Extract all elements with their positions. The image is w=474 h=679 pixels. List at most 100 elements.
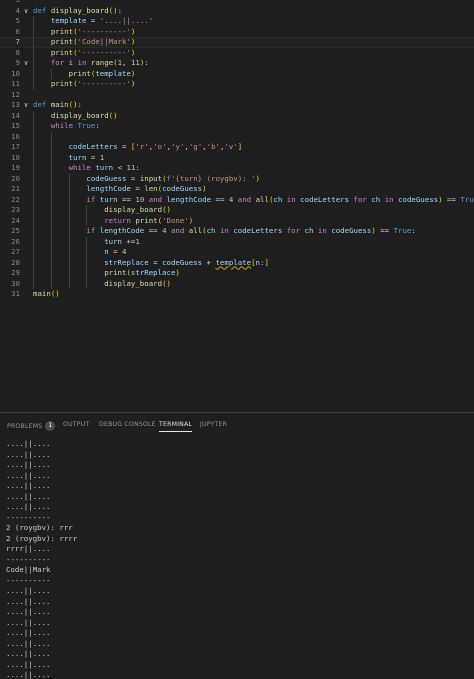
editor-line[interactable]: 5 template = '....||....' xyxy=(0,16,474,27)
code-text: display_board() xyxy=(104,205,171,214)
editor-line[interactable]: 7 print('Code||Mark') xyxy=(0,37,474,48)
problems-count-badge: 1 xyxy=(45,421,56,431)
fold-chevron-icon[interactable]: ∨ xyxy=(24,58,28,69)
editor-line[interactable]: 12 xyxy=(0,90,474,101)
indent-guide xyxy=(86,236,88,289)
code-text: display_board() xyxy=(50,110,118,120)
editor-line[interactable]: 24 return print('Done') xyxy=(0,216,474,227)
tab-output[interactable]: OUTPUT xyxy=(63,421,89,428)
line-number: 11 xyxy=(11,79,20,88)
terminal-line: ....||.... xyxy=(6,628,51,637)
terminal-line: 2 (roygbv): rrr xyxy=(6,523,73,532)
editor-line[interactable]: 15 while True: xyxy=(0,121,474,132)
editor-line[interactable]: 21 lengthCode = len(codeGuess) xyxy=(0,184,474,195)
code-text: while True: xyxy=(50,121,100,130)
editor-line[interactable]: 22 if turn == 10 and lengthCode == 4 and… xyxy=(0,195,474,206)
editor-line[interactable]: 20 codeGuess = input(f'{turn} (roygbv): … xyxy=(0,174,474,185)
terminal-line: ....||.... xyxy=(6,607,51,616)
terminal-line: ....||.... xyxy=(6,596,51,606)
code-text: if turn == 10 and lengthCode == 4 and al… xyxy=(86,194,474,204)
code-text: print('----------') xyxy=(50,47,136,57)
editor-line[interactable]: 25 if lengthCode == 4 and all(ch in code… xyxy=(0,226,474,237)
code-text: print('Code||Mark') xyxy=(50,37,136,46)
line-number: 19 xyxy=(11,163,20,172)
line-number: 26 xyxy=(11,236,20,246)
editor-line[interactable]: 31 main() xyxy=(0,289,474,300)
terminal-line: ....||.... xyxy=(6,659,51,669)
editor-line[interactable]: 4 ∨ def display_board(): xyxy=(0,6,474,17)
line-number: 30 xyxy=(11,278,20,288)
editor-line[interactable]: 17 codeLetters = ['r','o','y','g','b','v… xyxy=(0,142,474,153)
editor-line[interactable]: 14 display_board() xyxy=(0,111,474,122)
editor-line[interactable]: 18 turn = 1 xyxy=(0,153,474,164)
fold-chevron-icon[interactable]: ∨ xyxy=(24,100,28,111)
code-text: print('----------') xyxy=(50,26,136,36)
code-text: turn = 1 xyxy=(68,152,105,162)
editor-line[interactable]: 13 ∨ def main(): xyxy=(0,100,474,111)
code-text: main() xyxy=(33,289,60,298)
line-number: 21 xyxy=(11,184,20,193)
code-text: codeGuess = input(f'{turn} (roygbv): ') xyxy=(86,173,260,183)
line-number: 12 xyxy=(11,89,20,99)
editor-line[interactable]: 6 print('----------') xyxy=(0,27,474,38)
line-number: 16 xyxy=(11,131,20,141)
code-text: display_board() xyxy=(104,278,171,288)
line-number: 6 xyxy=(15,26,20,36)
editor-line[interactable]: 19 while turn < 11: xyxy=(0,163,474,174)
editor-line[interactable]: 16 xyxy=(0,132,474,143)
indent-guide xyxy=(86,205,88,226)
terminal-line: ....||.... xyxy=(6,470,51,480)
code-editor[interactable]: 34∨def display_board():5 template = '...… xyxy=(0,0,474,412)
editor-line[interactable]: 9 ∨ for i in range(1, 11): xyxy=(0,58,474,69)
editor-line[interactable]: 28 strReplace = codeGuess + template[n:] xyxy=(0,258,474,269)
terminal-line: ....||.... xyxy=(6,586,51,595)
fold-chevron-icon[interactable]: ∨ xyxy=(24,6,28,17)
tab-debug-console[interactable]: DEBUG CONSOLE xyxy=(99,421,156,428)
terminal-line: ....||.... xyxy=(6,649,51,658)
terminal-output[interactable]: ....||.... ....||.... ....||.... ....||....… xyxy=(0,439,474,679)
terminal-line: 2 (roygbv): rrrr xyxy=(6,533,78,543)
code-text: print(template) xyxy=(68,68,136,78)
panel-tab-bar: PROBLEMS 1 OUTPUT DEBUG CONSOLE TERMINAL … xyxy=(0,413,474,439)
line-number: 23 xyxy=(11,205,20,214)
line-number: 31 xyxy=(11,289,20,298)
tab-problems[interactable]: PROBLEMS 1 xyxy=(7,421,56,431)
code-text: n = 4 xyxy=(104,247,127,256)
terminal-line: Code||Mark xyxy=(6,565,51,574)
code-text: for i in range(1, 11): xyxy=(50,58,149,67)
editor-line[interactable]: 8 print('----------') xyxy=(0,48,474,59)
terminal-line: ....||.... xyxy=(6,439,51,448)
editor-line[interactable]: 11 print('----------') xyxy=(0,79,474,90)
code-text: print('----------') xyxy=(50,79,136,88)
line-number: 7 xyxy=(15,37,20,46)
code-text: def main(): xyxy=(33,100,82,109)
indent-guide xyxy=(33,16,34,90)
code-text: if lengthCode == 4 and all(ch in codeLet… xyxy=(86,226,416,235)
line-number: 22 xyxy=(11,194,20,204)
editor-line[interactable]: 27 n = 4 xyxy=(0,247,474,258)
line-number: 9 xyxy=(15,58,20,67)
terminal-line: ....||.... xyxy=(6,449,51,459)
editor-line[interactable]: 29 print(strReplace) xyxy=(0,268,474,279)
code-text: def display_board(): xyxy=(33,5,123,15)
editor-line[interactable]: 26 turn +=1 xyxy=(0,237,474,248)
tab-jupyter[interactable]: JUPYTER xyxy=(200,421,227,428)
line-number: 14 xyxy=(11,110,20,120)
tab-terminal[interactable]: TERMINAL xyxy=(159,421,193,432)
code-text: template = '....||....' xyxy=(50,16,154,25)
editor-line[interactable]: 30 display_board() xyxy=(0,279,474,290)
code-text: codeLetters = ['r','o','y','g','b','v'] xyxy=(68,142,243,151)
line-number: 13 xyxy=(11,100,20,109)
editor-line[interactable]: 23 display_board() xyxy=(0,205,474,216)
code-text: while turn < 11: xyxy=(68,163,140,172)
line-number: 28 xyxy=(11,257,20,267)
terminal-line: ....||.... xyxy=(6,638,51,648)
terminal-line: ....||.... xyxy=(6,502,51,511)
line-number: 15 xyxy=(11,121,20,130)
line-number: 24 xyxy=(11,215,20,225)
line-number: 29 xyxy=(11,268,20,277)
terminal-line: ---------- xyxy=(6,512,51,522)
terminal-line: ....||.... xyxy=(6,460,51,469)
line-number: 27 xyxy=(11,247,20,256)
editor-line[interactable]: 10 print(template) xyxy=(0,69,474,80)
